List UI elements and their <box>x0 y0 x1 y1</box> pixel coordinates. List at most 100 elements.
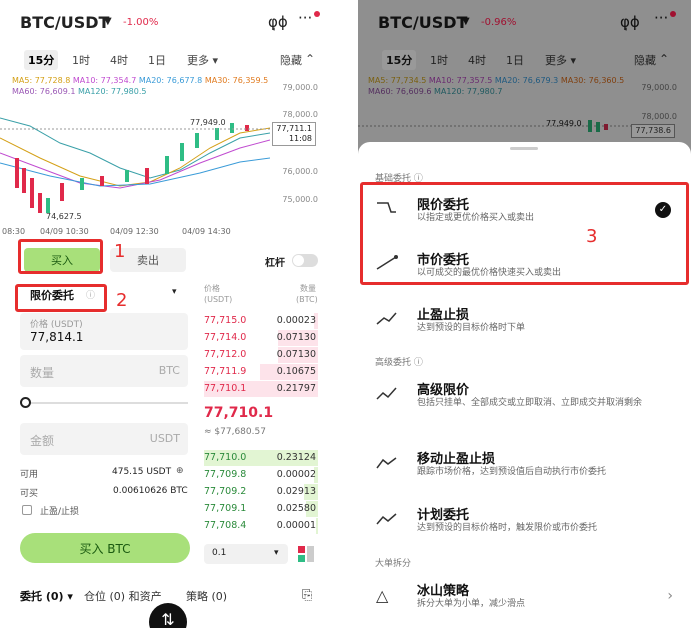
history-icon[interactable]: ⎘ <box>302 588 312 603</box>
chevron-up-icon[interactable]: ⌃ <box>305 52 315 66</box>
tab-4h[interactable]: 4时 <box>110 52 128 68</box>
trailing-stop-icon <box>376 457 397 469</box>
candlestick-chart <box>358 120 638 132</box>
tpsl-checkbox[interactable] <box>22 505 32 515</box>
bid-row[interactable]: 77,709.8 0.00002 <box>204 467 318 483</box>
trigger-order-icon <box>376 513 397 525</box>
tpsl-label: 止盈/止损 <box>40 507 80 517</box>
tab-more[interactable]: 更多 ▾ <box>545 52 576 68</box>
precision-select[interactable]: 0.1 ▾ <box>204 544 288 564</box>
tab-1d[interactable]: 1日 <box>148 52 166 68</box>
low-label: 74,627.5 <box>46 212 82 221</box>
pair-title[interactable]: BTC/USDT <box>20 13 109 32</box>
ma-row-2: MA60: 76,609.1 MA120: 77,980.5 <box>12 87 147 96</box>
chevron-down-icon[interactable]: ▼ <box>104 16 112 27</box>
iceberg-icon: △ <box>376 586 389 605</box>
sheet-drag-handle[interactable] <box>510 147 538 150</box>
tab-orders[interactable]: 委托 (0) ▾ <box>20 588 73 604</box>
ask-row[interactable]: 77,710.1 0.21797 <box>204 381 318 397</box>
tab-1h[interactable]: 1时 <box>72 52 90 68</box>
ask-row[interactable]: 77,714.0 0.07130 <box>204 330 318 346</box>
advanced-limit-icon <box>376 387 397 400</box>
add-funds-icon[interactable]: ⊕ <box>176 466 184 476</box>
can-buy-label: 可买 <box>20 489 39 499</box>
amount-input[interactable]: 金额 USDT <box>20 423 188 455</box>
candlestick-icon[interactable]: φ̩ϕ <box>268 13 288 31</box>
tab-positions[interactable]: 仓位 (0) 和资产 <box>84 588 162 604</box>
high-label: 77,949.0 <box>190 118 226 127</box>
trade-fab-icon[interactable]: ⇅ <box>149 603 187 628</box>
tab-strategies[interactable]: 策略 (0) <box>186 588 227 604</box>
depth-view-icon[interactable] <box>298 546 314 562</box>
option-iceberg[interactable]: △ 冰山策略 拆分大单为小单，减少滑点 › <box>358 580 691 628</box>
header: BTC/USDT ▼ -1.00% φ̩ϕ ··· <box>0 0 332 46</box>
available-label: 可用 <box>20 470 39 480</box>
ob-header-price-unit: (USDT) <box>204 295 233 304</box>
section-advanced: 高级委托 ⓘ <box>375 358 423 368</box>
annotation-box-3 <box>360 182 689 285</box>
pair-title[interactable]: BTC/USDT <box>378 13 467 32</box>
annotation-number-3: 3 <box>586 226 598 247</box>
ob-header-qty-unit: (BTC) <box>296 295 318 304</box>
y-tick: 79,000.0 <box>641 83 677 92</box>
price-change: -1.00% <box>123 17 159 28</box>
ma-row-1: MA5: 77,734.5 MA10: 77,357.5 MA20: 76,67… <box>368 76 625 85</box>
ask-row[interactable]: 77,712.0 0.07130 <box>204 347 318 363</box>
tab-4h[interactable]: 4时 <box>468 52 486 68</box>
current-price-box: 77,711.1 11:08 <box>272 122 316 146</box>
tab-hide[interactable]: 隐藏 <box>280 52 302 68</box>
tab-15m[interactable]: 15分 <box>382 50 417 70</box>
notification-dot <box>670 11 676 17</box>
y-tick: 75,000.0 <box>282 195 318 204</box>
caret-down-icon: ▾ <box>274 548 279 558</box>
option-tp-sl[interactable]: 止盈止损 达到预设的目标价格时下单 <box>358 304 691 354</box>
ask-row[interactable]: 77,715.0 0.00023 <box>204 313 318 329</box>
option-trailing-stop[interactable]: 移动止盈止损 跟踪市场价格，达到预设值后自动执行市价委托 <box>358 448 691 498</box>
more-icon[interactable]: ··· <box>654 9 668 27</box>
annotation-number-2: 2 <box>116 290 128 311</box>
section-split: 大单拆分 <box>375 559 412 569</box>
chevron-up-icon[interactable]: ⌃ <box>659 52 669 66</box>
y-tick: 78,000.0 <box>282 110 318 119</box>
chevron-down-icon[interactable]: ▼ <box>462 16 470 27</box>
tab-hide[interactable]: 隐藏 <box>634 52 656 68</box>
high-label: 77,949.0 <box>546 119 582 128</box>
tab-1d[interactable]: 1日 <box>506 52 524 68</box>
caret-down-icon: ▾ <box>172 287 177 297</box>
bid-row[interactable]: 77,710.0 0.23124 <box>204 450 318 466</box>
y-tick: 79,000.0 <box>282 83 318 92</box>
option-trigger-order[interactable]: 计划委托 达到预设的目标价格时，触发限价或市价委托 <box>358 504 691 554</box>
price-input[interactable]: 价格 (USDT) 77,814.1 <box>20 313 188 350</box>
annotation-box-2 <box>15 284 107 312</box>
ma-row-1: MA5: 77,728.8 MA10: 77,354.7 MA20: 76,67… <box>12 76 269 85</box>
ma-row-2: MA60: 76,609.6 MA120: 77,980.7 <box>368 87 503 96</box>
order-type-bottom-sheet: 基础委托 ⓘ 限价委托 以指定或更优价格买入或卖出 ✓ 市价委托 以可成交的最优价格… <box>358 142 691 628</box>
tab-15m[interactable]: 15分 <box>24 50 59 70</box>
price-change: -0.96% <box>481 17 517 28</box>
bid-row[interactable]: 77,709.1 0.02580 <box>204 501 318 517</box>
ask-row[interactable]: 77,711.9 0.10675 <box>204 364 318 380</box>
time-tick: 04/09 10:30 <box>40 227 89 236</box>
bid-row[interactable]: 77,708.4 0.00001 <box>204 518 318 534</box>
order-type-sheet-screen: BTC/USDT ▼ -0.96% φ̩ϕ ··· 15分 1时 4时 1日 更… <box>358 0 691 628</box>
leverage-toggle[interactable] <box>292 254 318 267</box>
notification-dot <box>314 11 320 17</box>
y-tick: 76,000.0 <box>282 167 318 176</box>
amount-slider[interactable] <box>24 402 188 404</box>
header: BTC/USDT ▼ -0.96% φ̩ϕ ··· <box>358 0 691 46</box>
bid-row[interactable]: 77,709.2 0.02913 <box>204 484 318 500</box>
annotation-box-1 <box>18 239 103 274</box>
tab-1h[interactable]: 1时 <box>430 52 448 68</box>
slider-handle[interactable] <box>20 397 31 408</box>
quantity-input[interactable]: 数量 BTC <box>20 355 188 387</box>
option-advanced-limit[interactable]: 高级限价 包括只挂单、全部成交或立即取消、立即成交并取消剩余 <box>358 379 691 429</box>
buy-btc-button[interactable]: 买入 BTC <box>20 533 190 563</box>
tab-more[interactable]: 更多 ▾ <box>187 52 218 68</box>
leverage-label: 杠杆 <box>265 258 285 269</box>
current-price-box: 77,738.6 <box>631 124 675 138</box>
tp-sl-icon <box>376 312 397 325</box>
candlestick-chart[interactable] <box>0 98 270 223</box>
candlestick-icon[interactable]: φ̩ϕ <box>620 13 640 31</box>
more-icon[interactable]: ··· <box>298 9 312 27</box>
ob-header-qty: 数量 <box>300 284 316 293</box>
